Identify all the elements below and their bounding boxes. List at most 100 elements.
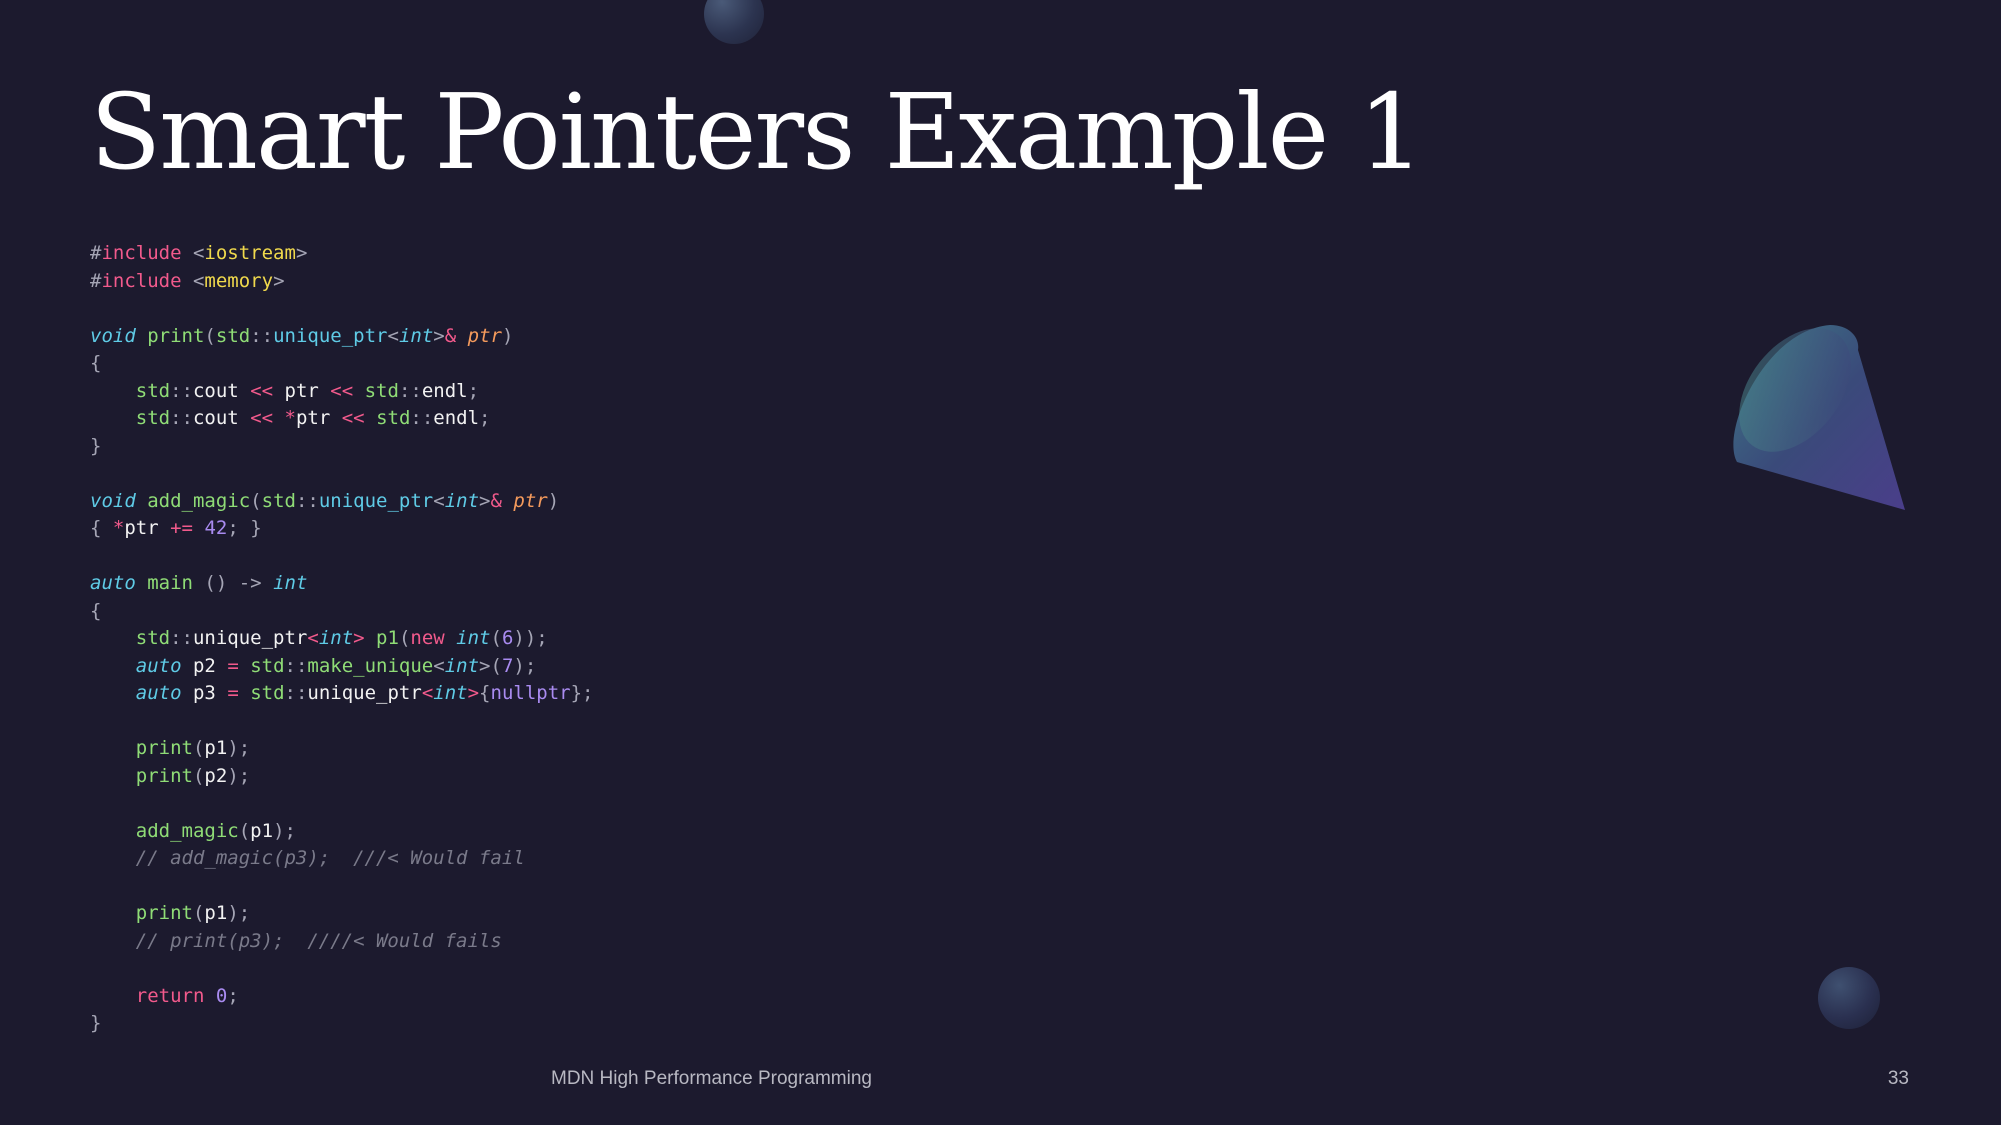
code-token: ; } <box>227 517 262 539</box>
code-token: ; <box>479 407 491 429</box>
code-token: int <box>318 627 354 649</box>
code-token: cout <box>192 379 239 402</box>
code-token: ); <box>513 654 537 677</box>
code-token: ); <box>273 819 296 842</box>
code-token: std <box>250 654 285 677</box>
sphere-decoration <box>1818 967 1880 1029</box>
code-token: += <box>158 517 205 539</box>
code-token: ); <box>227 737 251 759</box>
code-line: { <box>90 598 593 626</box>
code-token: 6 <box>501 627 514 649</box>
code-token: ; <box>227 984 239 1007</box>
code-token: print <box>135 902 193 924</box>
code-line: print(p1); <box>90 735 593 763</box>
code-line: add_magic(p1); <box>90 818 593 846</box>
page-number: 33 <box>1887 1068 1909 1089</box>
slide: Smart Pointers Example 1 #include <iostr… <box>0 0 2001 1125</box>
code-token: p1 <box>250 819 274 842</box>
code-token: add_magic <box>135 819 239 842</box>
code-token: std <box>135 407 171 429</box>
code-token: & <box>490 489 502 512</box>
code-token: ); <box>227 902 251 924</box>
code-token: < <box>181 242 205 264</box>
code-token: print <box>147 324 205 347</box>
code-token: std <box>135 627 171 649</box>
code-token: }; <box>570 682 594 704</box>
code-token: * <box>112 517 125 539</box>
cone-decoration <box>1733 325 1905 510</box>
code-token: ptr <box>467 324 502 347</box>
code-token: < <box>387 324 399 347</box>
code-token: :: <box>295 489 319 512</box>
footer-text: MDN High Performance Programming <box>551 1068 872 1089</box>
code-token: ptr <box>295 407 331 429</box>
code-token: ( <box>204 324 216 347</box>
code-token: & <box>444 324 457 347</box>
code-token: )); <box>513 627 548 649</box>
code-token: ( <box>490 654 502 677</box>
code-token: = <box>215 682 251 704</box>
code-token: nullptr <box>490 682 571 704</box>
code-token: int <box>456 627 491 649</box>
code-token: print <box>135 737 193 759</box>
code-line: void add_magic(std::unique_ptr<int>& ptr… <box>90 488 593 516</box>
code-token: auto <box>135 682 182 704</box>
code-token: :: <box>284 682 308 704</box>
code-token: } <box>90 1012 102 1034</box>
code-token: # <box>90 269 102 292</box>
code-token: main <box>147 572 193 594</box>
code-line: // add_magic(p3); ///< Would fail <box>90 845 593 873</box>
code-token: std <box>135 379 171 402</box>
code-token: ptr <box>513 489 548 512</box>
code-token: << <box>238 379 285 402</box>
code-line: std::unique_ptr<int> p1(new int(6)); <box>90 625 593 653</box>
code-token: // print(p3); ////< Would fails <box>135 929 502 952</box>
code-token: < <box>433 654 445 677</box>
code-token: p1 <box>204 737 228 759</box>
code-line: } <box>90 1010 593 1038</box>
code-token: void <box>90 324 136 347</box>
code-token: print <box>135 764 193 787</box>
code-token: ( <box>490 627 502 649</box>
code-token: include <box>101 242 182 264</box>
code-token: # <box>90 242 102 264</box>
code-token: ) <box>547 489 560 512</box>
code-token: < <box>181 269 205 292</box>
code-token: > <box>295 242 308 264</box>
code-token: ptr <box>124 517 159 539</box>
code-token: std <box>376 407 411 429</box>
code-token: p3 <box>192 682 216 704</box>
code-line: auto p3 = std::unique_ptr<int>{nullptr}; <box>90 680 594 708</box>
code-token: > <box>353 627 377 649</box>
code-token: :: <box>170 379 193 402</box>
code-token: int <box>444 489 480 512</box>
code-token: auto <box>90 572 136 594</box>
code-token: unique_ptr <box>273 324 388 347</box>
code-token: :: <box>250 324 274 347</box>
code-line: std::cout << *ptr << std::endl; <box>90 405 593 433</box>
code-line: print(p1); <box>90 900 593 928</box>
code-token: p1 <box>204 902 228 924</box>
code-token: << <box>318 379 365 402</box>
code-token: :: <box>284 654 308 677</box>
code-token: ( <box>398 627 411 649</box>
code-token: > <box>467 682 480 704</box>
code-token: { <box>90 599 102 622</box>
sphere-decoration <box>704 0 764 44</box>
code-token: < <box>421 682 434 704</box>
code-token: unique_ptr <box>318 489 434 512</box>
code-token: = <box>215 654 251 677</box>
